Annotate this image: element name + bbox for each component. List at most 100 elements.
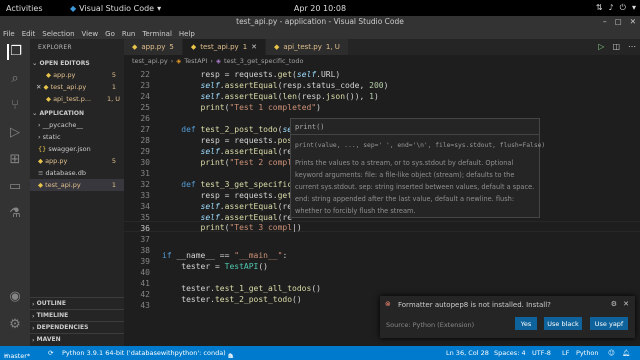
cursor-position[interactable]: Ln 36, Col 28 xyxy=(446,349,489,357)
notification-message: Formatter autopep8 is not installed. Ins… xyxy=(398,301,551,309)
menu-selection[interactable]: Selection xyxy=(42,30,74,38)
file-database[interactable]: ≡ database.db xyxy=(30,167,124,179)
code-line: resp = requests.pos xyxy=(162,136,293,145)
code-line: def test_2_post_todo(se xyxy=(181,125,293,134)
tab-badge: 1 xyxy=(242,43,248,51)
breadcrumb: test_api.py › ◈ TestAPI › ◈ test_3_get_speci… xyxy=(124,55,640,67)
file-name: test_api.py xyxy=(50,83,87,91)
open-file-api-test[interactable]: ◆ api_test.p... 1, U xyxy=(30,93,124,105)
volume-icon: ♪ xyxy=(608,3,614,12)
project-section[interactable]: ⌄ APPLICATION xyxy=(30,107,124,119)
close-icon[interactable]: ✕ xyxy=(630,17,636,26)
file-name: swagger.json xyxy=(48,145,91,153)
file-test-api[interactable]: ◆ test_api.py 1 xyxy=(30,179,124,191)
sync-icon[interactable]: ⟳ xyxy=(48,349,53,357)
python-interpreter[interactable]: Python 3.9.1 64-bit ('databasewithpython… xyxy=(62,349,226,357)
file-name: test_api.py xyxy=(45,181,81,189)
breadcrumb-file[interactable]: test_api.py xyxy=(132,57,168,65)
window-title: test_api.py - application - Visual Studi… xyxy=(236,17,404,26)
menu-help[interactable]: Help xyxy=(179,30,195,38)
close-icon[interactable]: ✕ xyxy=(251,43,257,51)
menu-terminal[interactable]: Terminal xyxy=(142,30,172,38)
file-name: database.db xyxy=(45,169,86,177)
tab-test-api-py[interactable]: ◆ test_api.py 1 ✕ xyxy=(182,39,267,55)
problem-badge: 1 xyxy=(111,83,116,91)
tab-app-py[interactable]: ◆ app.py 5 xyxy=(124,39,183,55)
close-icon[interactable]: ✕ xyxy=(623,300,629,308)
explorer-sidebar: EXPLORER ⌄ OPEN EDITORS ◆ app.py 5 ✕ ◆ te… xyxy=(30,39,124,346)
outline-section[interactable]: › OUTLINE xyxy=(30,297,124,309)
minimize-icon[interactable]: – xyxy=(603,17,607,26)
hover-documentation: Prints the values to a stream, or to sys… xyxy=(295,159,535,215)
account-icon[interactable]: ◉ xyxy=(7,289,23,305)
run-debug-icon[interactable]: ▷ xyxy=(7,125,23,141)
extensions-icon[interactable]: ⊞ xyxy=(7,152,23,168)
error-icon: ⊗ xyxy=(385,300,391,308)
line-number: 23 xyxy=(140,81,150,90)
code-line: if __name__ == "__main__": xyxy=(162,251,288,260)
testing-icon[interactable]: ⚗ xyxy=(7,206,23,222)
yes-button[interactable]: Yes xyxy=(515,317,537,330)
python-icon: ◆ xyxy=(46,95,54,103)
line-number: 36 xyxy=(140,224,150,233)
split-editor-icon[interactable]: ◫ xyxy=(612,42,620,51)
open-file-app[interactable]: ◆ app.py 5 xyxy=(30,69,124,81)
bell-icon[interactable]: 🔔︎ xyxy=(622,349,630,357)
maven-section[interactable]: › MAVEN xyxy=(30,333,124,345)
breadcrumb-method[interactable]: test_3_get_specific_todo xyxy=(224,57,303,65)
folder-static[interactable]: › static xyxy=(30,131,124,143)
gear-icon[interactable]: ⚙ xyxy=(611,300,617,308)
code-line: print("Test 3 compl|) xyxy=(200,223,302,232)
tab-api-test-py[interactable]: ◆ api_test.py 1, U xyxy=(266,39,349,55)
tab-label: api_test.py xyxy=(283,43,322,51)
folder-name: __pycache__ xyxy=(42,121,83,129)
indentation[interactable]: Spaces: 4 xyxy=(494,349,526,357)
line-number: 43 xyxy=(140,301,150,310)
files-icon[interactable]: ❐ xyxy=(7,44,23,60)
eol[interactable]: LF xyxy=(562,349,569,357)
problem-badge: 1, U xyxy=(106,95,120,103)
file-name: api_test.p... xyxy=(53,95,92,103)
line-number: 41 xyxy=(140,279,150,288)
more-actions-icon[interactable]: ⋯ xyxy=(628,42,636,51)
python-icon: ◆ xyxy=(274,43,280,51)
close-icon[interactable]: ✕ xyxy=(36,83,44,91)
maximize-icon[interactable]: ▢ xyxy=(615,17,622,26)
folder-pycache[interactable]: › __pycache__ xyxy=(30,119,124,131)
dependencies-section[interactable]: › DEPENDENCIES xyxy=(30,321,124,333)
hover-signature-short: print() xyxy=(295,123,325,131)
file-swagger[interactable]: {} swagger.json xyxy=(30,143,124,155)
line-number: 34 xyxy=(140,202,150,211)
source-control-icon[interactable]: ⑂ xyxy=(7,98,23,114)
menu-run[interactable]: Run xyxy=(122,30,135,38)
use-yapf-button[interactable]: Use yapf xyxy=(590,317,628,330)
remote-explorer-icon[interactable]: ▭ xyxy=(7,179,23,195)
system-tray[interactable]: ⇅ ♪ ⏻ ▾ xyxy=(596,3,636,13)
menu-file[interactable]: File xyxy=(3,30,15,38)
file-name: app.py xyxy=(53,71,76,79)
chevron-right-icon: › xyxy=(170,57,174,65)
gear-icon[interactable]: ⚙ xyxy=(7,317,23,333)
breadcrumb-class[interactable]: TestAPI xyxy=(184,57,207,65)
tab-badge: 5 xyxy=(169,43,174,51)
window-title-bar: test_api.py - application - Visual Studi… xyxy=(0,16,640,29)
problem-badge: 1 xyxy=(111,181,116,189)
timeline-section[interactable]: › TIMELINE xyxy=(30,309,124,321)
line-number: 22 xyxy=(140,70,150,79)
feedback-icon[interactable]: ☺ xyxy=(608,349,615,357)
file-app[interactable]: ◆ app.py 5 xyxy=(30,155,124,167)
menu-go[interactable]: Go xyxy=(105,30,115,38)
menu-edit[interactable]: Edit xyxy=(22,30,36,38)
encoding[interactable]: UTF-8 xyxy=(532,349,551,357)
use-black-button[interactable]: Use black xyxy=(544,317,582,330)
search-icon[interactable]: ⌕ xyxy=(7,71,23,87)
language-mode[interactable]: Python xyxy=(576,349,599,357)
clock[interactable]: Apr 20 10:08 xyxy=(0,4,640,13)
explorer-header: EXPLORER xyxy=(38,44,72,51)
python-icon: ◆ xyxy=(46,71,54,79)
menu-view[interactable]: View xyxy=(82,30,99,38)
open-editors-section[interactable]: ⌄ OPEN EDITORS xyxy=(30,57,124,69)
database-icon: ≡ xyxy=(38,169,46,177)
open-file-test-api[interactable]: ✕ ◆ test_api.py 1 xyxy=(30,81,124,93)
run-icon[interactable]: ▷ xyxy=(598,42,604,51)
